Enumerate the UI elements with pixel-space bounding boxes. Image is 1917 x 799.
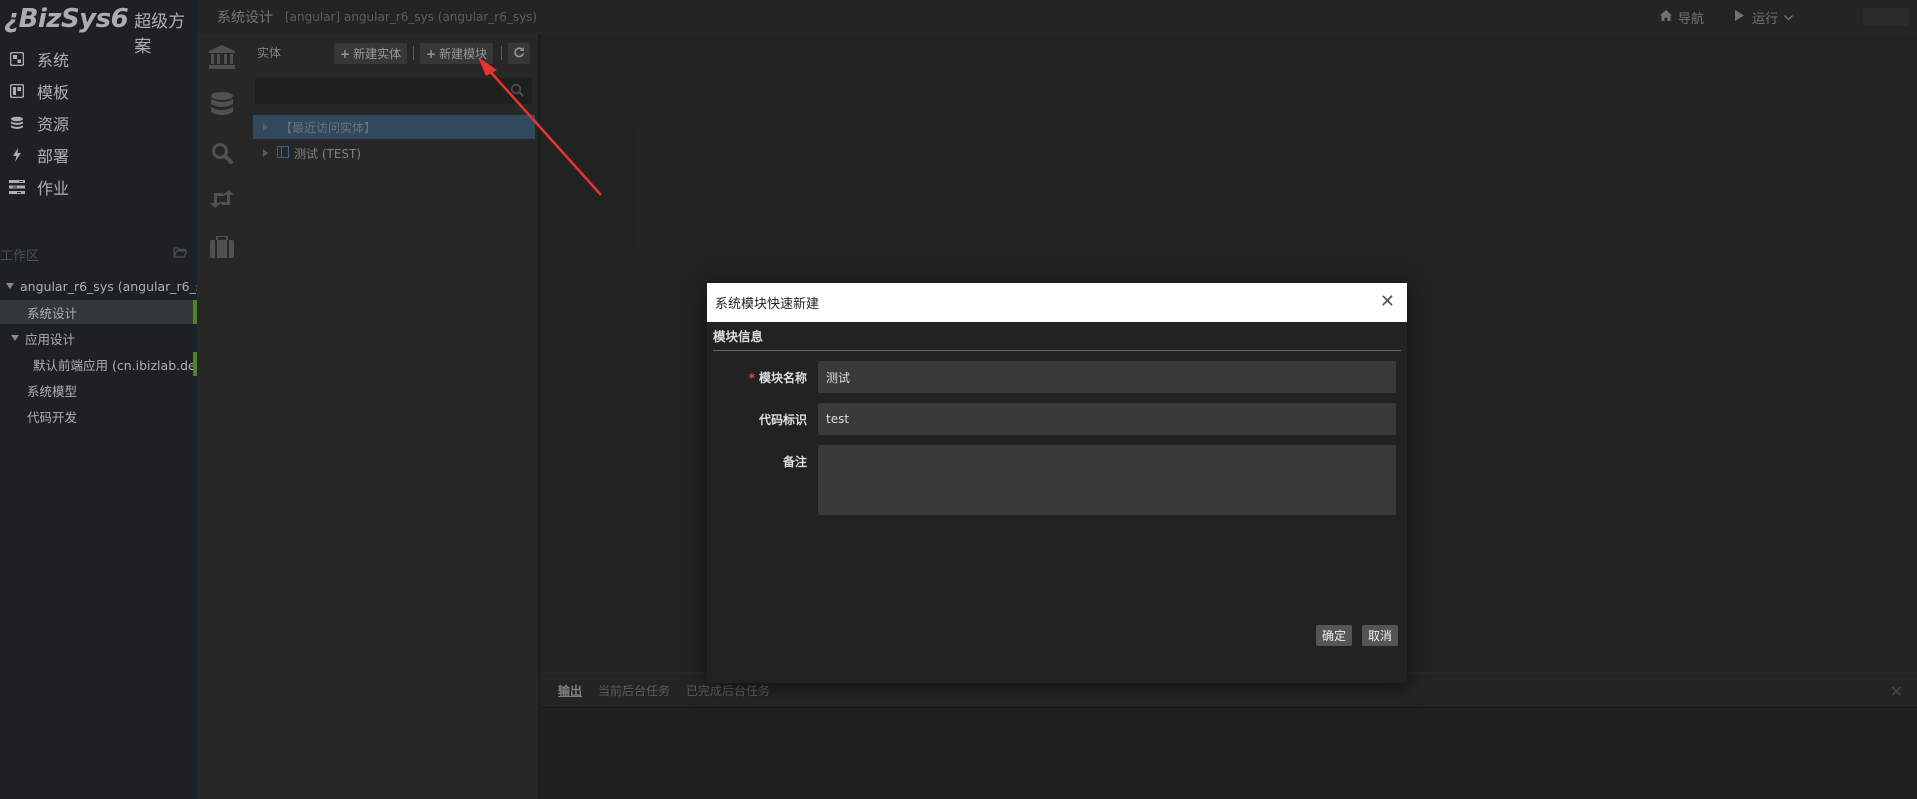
ok-button[interactable]: 确定 <box>1316 625 1353 646</box>
remark-field[interactable] <box>818 445 1396 515</box>
dialog-header: 系统模块快速新建 ✕ <box>707 283 1407 322</box>
module-name-field[interactable] <box>818 361 1396 393</box>
remark-label: 备注 <box>782 455 807 469</box>
section-divider <box>713 350 1401 351</box>
module-name-label: * 模块名称 <box>707 369 807 386</box>
dialog-title: 系统模块快速新建 <box>715 297 820 312</box>
section-title: 模块信息 <box>713 329 764 344</box>
required-mark: * <box>748 371 755 385</box>
cancel-button[interactable]: 取消 <box>1362 625 1399 646</box>
code-id-label: 代码标识 <box>758 413 807 427</box>
code-id-field[interactable] <box>818 403 1396 435</box>
module-name-label-text: 模块名称 <box>758 371 807 385</box>
new-module-dialog: 系统模块快速新建 ✕ 模块信息 *模块名称 代码标识 备注 确定 取消 <box>707 283 1407 683</box>
close-icon[interactable]: ✕ <box>1380 293 1395 311</box>
